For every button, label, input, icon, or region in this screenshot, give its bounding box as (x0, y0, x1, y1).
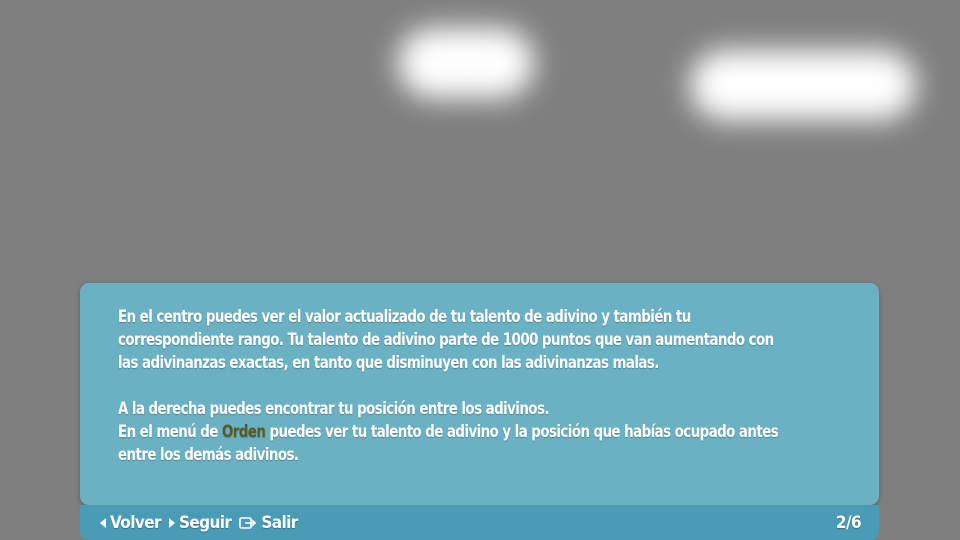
next-button[interactable]: Seguir (168, 513, 232, 533)
exit-label: Salir (261, 513, 298, 533)
tutorial-dialog: En el centro puedes ver el valor actuali… (80, 283, 879, 505)
exit-icon (239, 517, 257, 529)
triangle-right-icon (168, 518, 175, 528)
blurred-light-left (398, 28, 534, 98)
tutorial-paragraph-2-line-2: En el menú de Orden puedes ver tu talent… (118, 420, 784, 466)
tutorial-paragraph-1: En el centro puedes ver el valor actuali… (118, 307, 774, 372)
triangle-left-icon (100, 518, 106, 528)
game-screen: En el centro puedes ver el valor actuali… (0, 0, 960, 540)
page-indicator: 2/6 (835, 513, 862, 533)
footer-controls: Volver Seguir Salir 2/6 (100, 512, 862, 534)
back-button[interactable]: Volver (100, 513, 162, 533)
next-label: Seguir (178, 513, 232, 533)
order-menu-highlight: Orden (221, 422, 266, 441)
exit-button[interactable]: Salir (239, 513, 298, 533)
tutorial-paragraph-2-line-1: A la derecha puedes encontrar tu posició… (118, 399, 549, 418)
tutorial-footer: Volver Seguir Salir 2/6 (80, 505, 879, 540)
blurred-light-right (690, 50, 916, 120)
tutorial-text: En el centro puedes ver el valor actuali… (118, 305, 784, 466)
back-label: Volver (110, 513, 162, 533)
tutorial-text-segment: En el menú de (118, 422, 222, 441)
